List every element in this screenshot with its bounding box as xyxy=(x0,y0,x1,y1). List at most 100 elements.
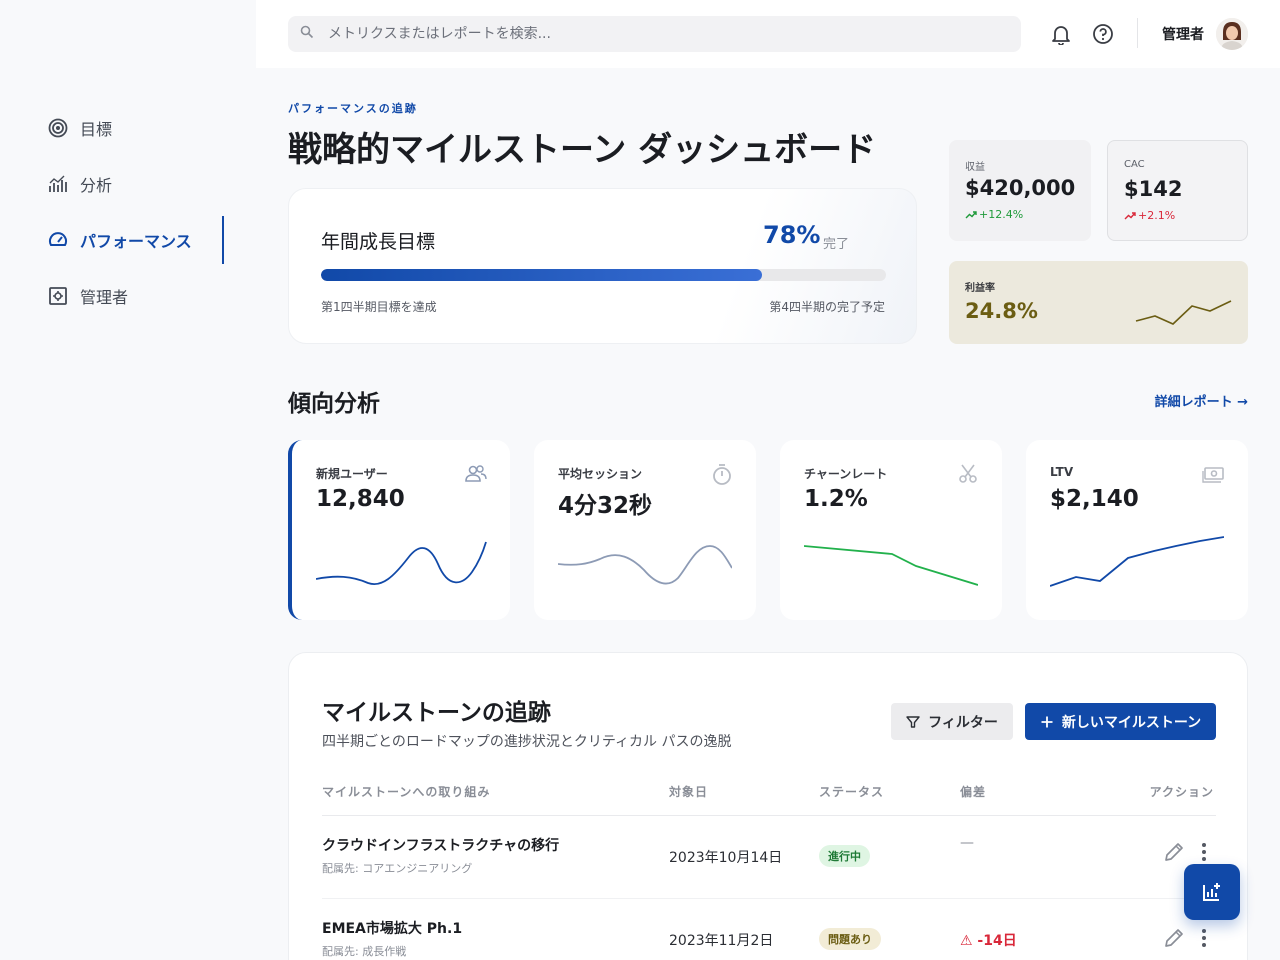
sidebar-item-analytics[interactable]: 分析 xyxy=(0,156,256,212)
kpi-revenue-card: 収益 $420,000 +12.4% xyxy=(949,140,1091,241)
avg-session-sparkline xyxy=(558,545,732,585)
help-circle-icon[interactable] xyxy=(1091,22,1115,46)
top-header: 管理者 xyxy=(256,0,1280,68)
status-badge: 問題あり xyxy=(819,928,881,950)
table-header-divider xyxy=(322,815,1216,816)
bar-chart-icon xyxy=(48,174,68,194)
trend-value: $2,140 xyxy=(1050,486,1139,512)
kpi-label: CAC xyxy=(1124,159,1145,170)
new-users-sparkline xyxy=(316,541,487,585)
growth-progress-bar xyxy=(321,269,886,281)
sidebar-item-performance[interactable]: パフォーマンス xyxy=(0,212,256,268)
kpi-value: 24.8% xyxy=(965,299,1038,323)
kpi-delta-value: +2.1% xyxy=(1138,209,1176,222)
add-chart-icon xyxy=(1203,883,1220,901)
milestone-tracking-card: マイルストーンの追跡 四半期ごとのロードマップの進捗状況とクリティカル パスの逸… xyxy=(288,652,1248,960)
more-vertical-icon[interactable] xyxy=(1195,841,1213,863)
milestone-date: 2023年11月2日 xyxy=(669,933,774,949)
trend-card-ltv: LTV $2,140 xyxy=(1026,440,1248,620)
kpi-cac-card: CAC $142 +2.1% xyxy=(1107,140,1248,241)
page-title: 戦略的マイルストーン ダッシュボード xyxy=(288,130,877,170)
sidebar-item-label: 目標 xyxy=(80,120,113,139)
sidebar-item-label: 管理者 xyxy=(80,288,129,307)
kpi-margin-card: 利益率 24.8% xyxy=(949,261,1248,344)
page-eyebrow: パフォーマンスの追跡 xyxy=(288,102,418,115)
trend-label: 平均セッション xyxy=(558,467,643,481)
trending-up-icon xyxy=(965,210,977,218)
trend-card-churn: チャーンレート 1.2% xyxy=(780,440,1002,620)
trend-label: 新規ユーザー xyxy=(316,467,388,481)
milestone-owner: 配属先: コアエンジニアリング xyxy=(322,862,473,875)
new-milestone-button[interactable]: 新しいマイルストーン xyxy=(1025,703,1216,740)
users-icon xyxy=(464,462,488,486)
status-badge: 進行中 xyxy=(819,845,870,867)
trend-section-title: 傾向分析 xyxy=(288,391,380,417)
admin-settings-icon xyxy=(48,286,68,306)
detail-report-link[interactable]: 詳細レポート → xyxy=(1155,391,1248,410)
column-header-deviation: 偏差 xyxy=(960,785,987,799)
churn-sparkline xyxy=(804,545,978,586)
kpi-delta-value: +12.4% xyxy=(979,208,1024,221)
deviation-value: — xyxy=(960,835,974,851)
trend-label: チャーンレート xyxy=(804,467,888,481)
row-divider xyxy=(322,898,1216,899)
milestone-owner: 配属先: 成長作戦 xyxy=(322,945,407,958)
scissors-icon xyxy=(956,462,980,486)
kpi-value: $142 xyxy=(1124,177,1183,201)
trending-up-icon xyxy=(1124,211,1136,219)
growth-title: 年間成長目標 xyxy=(321,231,436,253)
trend-value: 12,840 xyxy=(316,486,405,512)
kpi-delta: +2.1% xyxy=(1124,209,1175,222)
filter-button[interactable]: フィルター xyxy=(891,703,1013,740)
speedometer-icon xyxy=(48,230,68,250)
milestone-name[interactable]: EMEA市場拡大 Ph.1 xyxy=(322,918,462,938)
sidebar-item-goals[interactable]: 目標 xyxy=(0,100,256,156)
trend-card-avg-session: 平均セッション 4分32秒 xyxy=(534,440,756,620)
sidebar-item-label: パフォーマンス xyxy=(80,232,192,251)
kpi-delta: +12.4% xyxy=(965,208,1023,221)
more-vertical-icon[interactable] xyxy=(1195,927,1213,949)
milestone-date: 2023年10月14日 xyxy=(669,850,783,866)
trend-value: 1.2% xyxy=(804,486,868,512)
margin-sparkline xyxy=(1135,300,1232,325)
search-icon xyxy=(300,24,314,39)
column-header-status: ステータス xyxy=(819,785,885,799)
edit-icon[interactable] xyxy=(1163,841,1185,863)
sidebar-nav: 目標 分析 パフォーマンス 管理者 xyxy=(0,100,256,324)
sidebar-item-admin[interactable]: 管理者 xyxy=(0,268,256,324)
milestone-subtitle: 四半期ごとのロードマップの進捗状況とクリティカル パスの逸脱 xyxy=(322,734,732,750)
kpi-label: 収益 xyxy=(965,162,985,173)
sidebar-item-label: 分析 xyxy=(80,176,113,195)
trend-card-new-users: 新規ユーザー 12,840 xyxy=(288,440,510,620)
bell-icon[interactable] xyxy=(1049,22,1073,46)
growth-percent: 78% xyxy=(763,221,821,249)
trend-value: 4分32秒 xyxy=(558,493,653,519)
growth-done-label: 完了 xyxy=(823,237,850,252)
user-name: 管理者 xyxy=(1162,27,1204,43)
money-icon xyxy=(1202,462,1226,486)
ltv-sparkline xyxy=(1050,536,1224,587)
header-divider xyxy=(1137,18,1138,48)
growth-goal-card: 年間成長目標 78% 完了 第1四半期目標を達成 第4四半期の完了予定 xyxy=(288,188,917,344)
growth-right-note: 第4四半期の完了予定 xyxy=(769,300,885,314)
deviation-value: ⚠ -14日 xyxy=(960,933,1017,949)
column-header-initiative: マイルストーンへの取り組み xyxy=(322,785,491,799)
column-header-date: 対象日 xyxy=(669,785,709,799)
filter-button-label: フィルター xyxy=(928,714,998,731)
avatar[interactable] xyxy=(1216,18,1248,50)
edit-icon[interactable] xyxy=(1163,927,1185,949)
target-icon xyxy=(48,118,68,138)
search-input[interactable] xyxy=(328,26,988,42)
growth-progress-fill xyxy=(321,269,762,281)
sidebar: 目標 分析 パフォーマンス 管理者 xyxy=(0,0,256,960)
kpi-value: $420,000 xyxy=(965,176,1076,200)
plus-icon xyxy=(1041,716,1053,727)
kpi-label: 利益率 xyxy=(965,283,995,294)
filter-icon xyxy=(906,715,920,728)
add-report-fab[interactable] xyxy=(1184,864,1240,920)
milestone-name[interactable]: クラウドインフラストラクチャの移行 xyxy=(322,835,559,855)
growth-left-note: 第1四半期目標を達成 xyxy=(321,300,437,314)
new-milestone-button-label: 新しいマイルストーン xyxy=(1061,714,1202,731)
stopwatch-icon xyxy=(710,462,734,486)
trend-label: LTV xyxy=(1050,465,1074,479)
